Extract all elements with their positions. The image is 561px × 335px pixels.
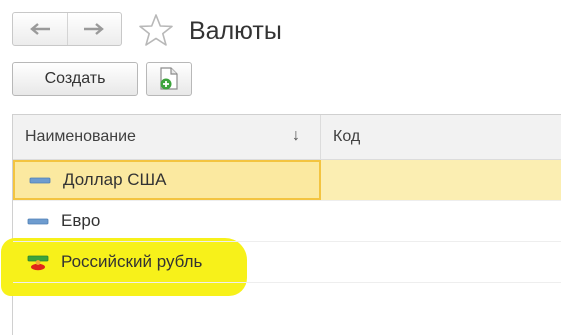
- column-header-name-label: Наименование: [25, 128, 136, 145]
- catalog-item-marked-icon: [27, 255, 49, 271]
- back-button[interactable]: [13, 13, 67, 45]
- forward-button[interactable]: [66, 13, 122, 45]
- new-document-icon: [160, 67, 178, 90]
- row-name: Евро: [61, 211, 101, 230]
- page-title: Валюты: [189, 17, 282, 45]
- cell-code[interactable]: [321, 201, 561, 241]
- table-row[interactable]: Евро: [13, 201, 561, 242]
- sort-descending-icon: ↓: [292, 127, 300, 144]
- table-row[interactable]: Российский рубль: [13, 242, 561, 283]
- row-name: Российский рубль: [61, 252, 203, 271]
- table-row[interactable]: Доллар США: [13, 160, 561, 201]
- cell-name[interactable]: Российский рубль: [13, 242, 321, 282]
- navigation-buttons: [12, 12, 122, 46]
- cell-name[interactable]: Евро: [13, 201, 321, 241]
- cell-code[interactable]: [321, 242, 561, 282]
- column-header-code-label: Код: [333, 128, 361, 145]
- create-button[interactable]: Создать: [12, 62, 138, 96]
- currencies-table: Наименование ↓ Код Доллар США Евро Росси…: [1, 114, 561, 335]
- new-document-button[interactable]: [146, 62, 192, 96]
- cell-name[interactable]: Доллар США: [13, 160, 321, 200]
- column-header-name[interactable]: Наименование ↓: [13, 115, 321, 159]
- arrow-right-icon: [84, 23, 105, 35]
- row-name: Доллар США: [63, 170, 167, 189]
- table-header: Наименование ↓ Код: [13, 115, 561, 160]
- arrow-left-icon: [29, 23, 50, 35]
- column-header-code[interactable]: Код: [321, 115, 561, 159]
- star-icon[interactable]: [138, 13, 174, 47]
- catalog-item-icon: [29, 177, 51, 184]
- cell-code[interactable]: [321, 160, 561, 200]
- catalog-item-icon: [27, 218, 49, 225]
